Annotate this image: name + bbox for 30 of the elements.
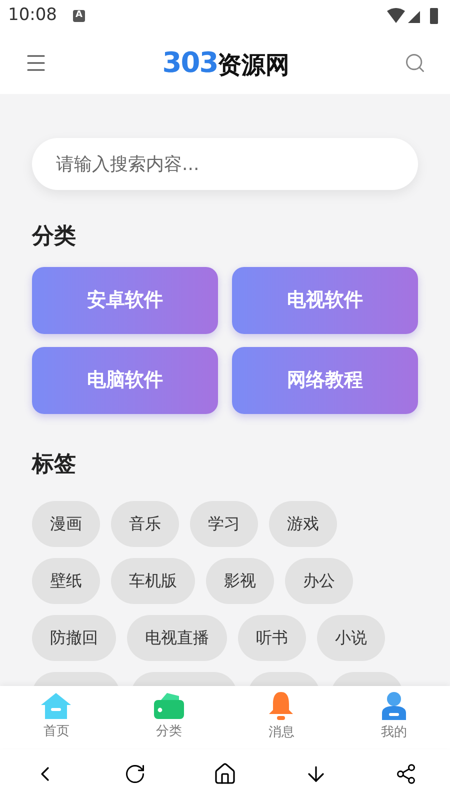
tag-chip[interactable]: 电视直播 [127,615,227,661]
tag-chip[interactable]: 车机版 [111,558,195,604]
tag-chip[interactable]: 游戏 [269,501,337,547]
nav-tab[interactable]: 首页 [0,686,112,748]
nav-tab[interactable]: 我的 [338,686,450,748]
tag-chip[interactable]: 壁纸 [32,558,100,604]
search-icon[interactable] [404,52,426,74]
status-time: 10:08 [8,4,57,28]
home-icon[interactable] [212,762,237,786]
logo-number: 303 [162,49,218,77]
tag-chip[interactable]: 影视 [206,558,274,604]
nav-tab[interactable]: 分类 [112,686,225,748]
notification-icon: A [73,10,85,22]
search-field[interactable]: 请输入搜索内容... [32,138,418,190]
tag-chip[interactable]: 漫画 [32,501,100,547]
logo-text: 资源网 [218,53,290,77]
nav-tab[interactable]: 消息 [225,686,338,748]
tag-chip[interactable]: 音乐 [111,501,179,547]
tag-chip[interactable]: 办公 [285,558,353,604]
section-title: 分类 [32,223,77,251]
refresh-icon[interactable] [124,763,146,785]
share-icon[interactable] [394,763,417,785]
section-title: 标签 [32,451,77,479]
tag-chip[interactable]: 防撤回 [32,615,116,661]
tag-chip[interactable]: 学习 [190,501,258,547]
tag-chip[interactable]: 小说 [317,615,385,661]
user-icon [380,691,408,722]
house-icon [40,692,72,720]
tag-chip[interactable]: 听书 [238,615,306,661]
wallet-icon [152,692,185,720]
